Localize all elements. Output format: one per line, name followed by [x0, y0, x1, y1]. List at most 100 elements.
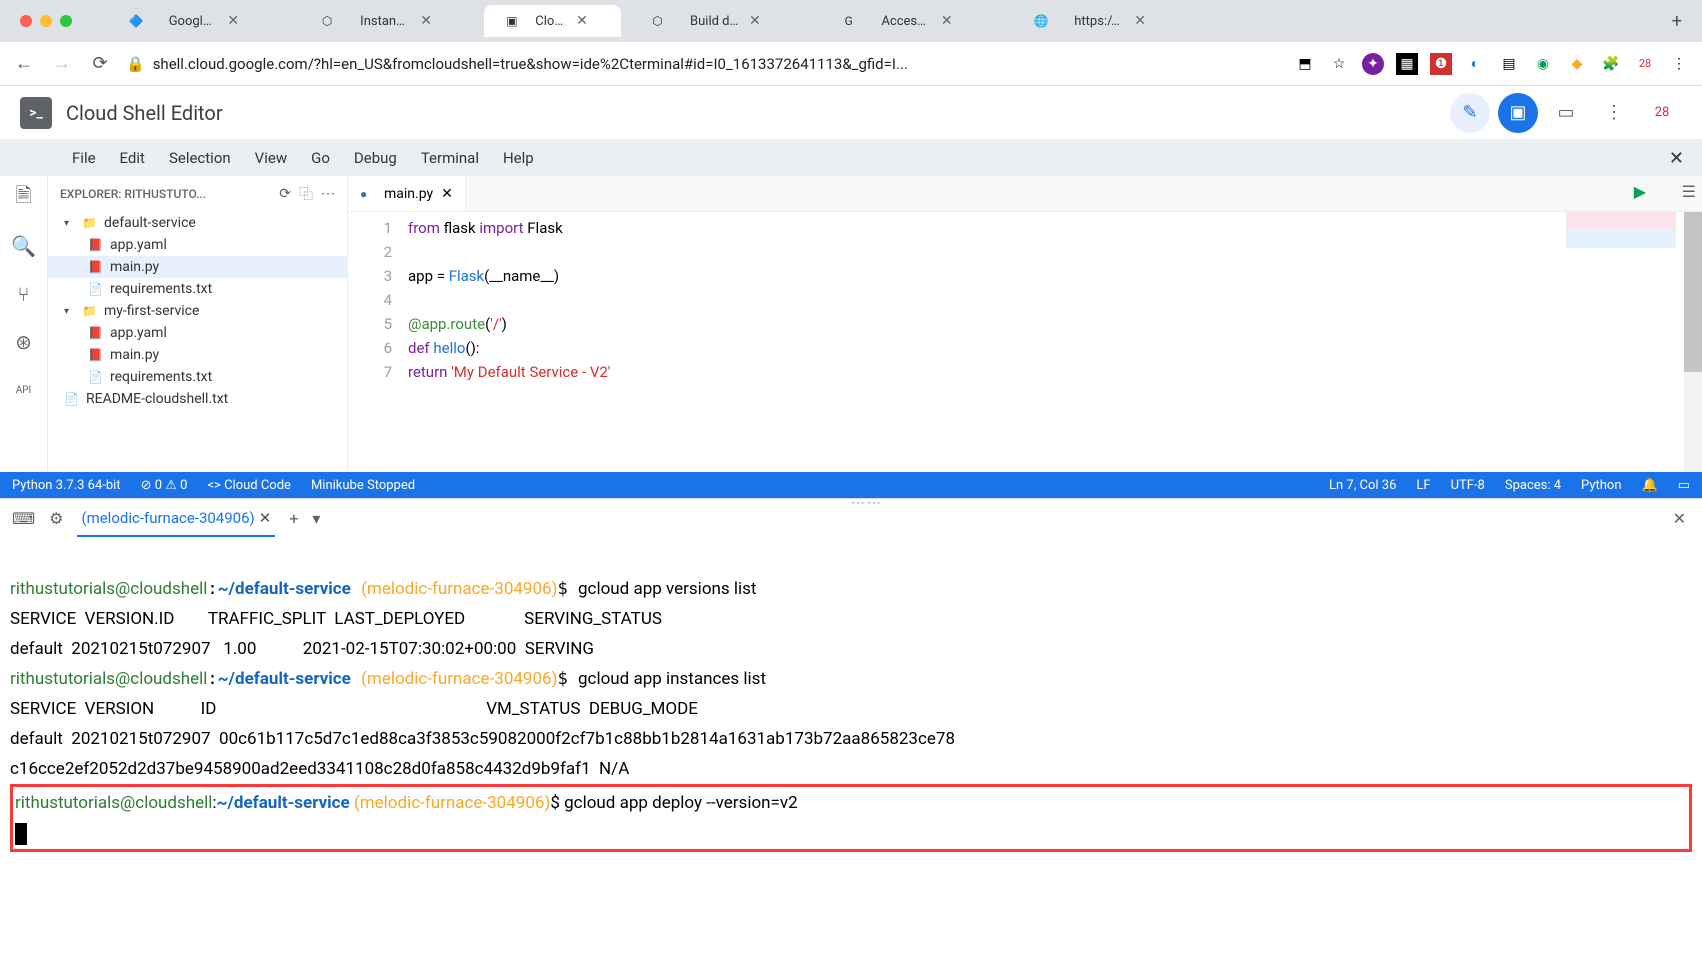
ext-2[interactable]: ▦: [1396, 53, 1418, 75]
browser-tab[interactable]: GAccess to bucket sta✕: [812, 5, 1004, 37]
ext-5[interactable]: ▤: [1498, 53, 1520, 75]
status-lang[interactable]: Python: [1581, 478, 1621, 493]
source-control-icon[interactable]: ⑂: [10, 280, 38, 308]
code-line[interactable]: [408, 288, 1702, 312]
file-item[interactable]: 📄requirements.txt: [48, 366, 347, 388]
ext-4[interactable]: ◐: [1464, 53, 1486, 75]
status-cursor[interactable]: Ln 7, Col 36: [1329, 478, 1396, 493]
close-tab-icon[interactable]: ✕: [441, 186, 453, 202]
extensions-icon[interactable]: 🧩: [1600, 53, 1622, 75]
search-icon[interactable]: 🔍: [10, 232, 38, 260]
close-panel-icon[interactable]: ✕: [1673, 509, 1686, 528]
drag-handle[interactable]: ⋯⋯: [851, 495, 883, 511]
close-terminal-tab[interactable]: ✕: [259, 509, 272, 527]
api-icon[interactable]: API: [10, 376, 38, 404]
menu-debug[interactable]: Debug: [342, 145, 409, 171]
add-terminal-icon[interactable]: +: [289, 509, 298, 528]
browser-tab[interactable]: ⬡Instances – App Engi✕: [290, 5, 484, 37]
ext-3[interactable]: ❶: [1430, 53, 1452, 75]
reload-button[interactable]: ⟳: [88, 53, 112, 74]
url-text: shell.cloud.google.com/?hl=en_US&fromclo…: [153, 55, 908, 73]
status-cloudcode[interactable]: <> Cloud Code: [207, 478, 291, 493]
code-line[interactable]: app = Flask(__name__): [408, 264, 1702, 288]
status-problems[interactable]: ⊘ 0 ⚠ 0: [141, 478, 188, 493]
minimap[interactable]: [1566, 212, 1676, 272]
menu-selection[interactable]: Selection: [157, 145, 243, 171]
status-python[interactable]: Python 3.7.3 64-bit: [12, 478, 121, 493]
close-editor-icon[interactable]: ✕: [1669, 148, 1684, 169]
browser-tab[interactable]: 🔷Google Certified Ass✕: [100, 5, 290, 37]
code-line[interactable]: return 'My Default Service - V2': [408, 360, 1702, 384]
editor-scrollbar[interactable]: [1684, 212, 1702, 472]
terminal-tab[interactable]: (melodic-furnace-304906)✕: [77, 501, 275, 537]
status-spaces[interactable]: Spaces: 4: [1505, 478, 1561, 493]
run-icon[interactable]: ▶: [1634, 182, 1646, 201]
menu-edit[interactable]: Edit: [108, 145, 157, 171]
more-button[interactable]: ⋮: [1594, 93, 1634, 133]
code-line[interactable]: from flask import Flask: [408, 216, 1702, 240]
install-icon[interactable]: ⬒: [1294, 53, 1316, 75]
browser-menu[interactable]: ⋮: [1668, 53, 1690, 75]
ext-badge[interactable]: 28: [1634, 53, 1656, 75]
ext-6[interactable]: ◉: [1532, 53, 1554, 75]
close-tab-icon[interactable]: ✕: [574, 13, 609, 29]
code-line[interactable]: def hello():: [408, 336, 1702, 360]
minimize-window[interactable]: [40, 15, 52, 27]
bookmark-icon[interactable]: ☆: [1328, 53, 1350, 75]
file-item[interactable]: 📕app.yaml: [48, 322, 347, 344]
code-area[interactable]: 1234567 from flask import Flask app = Fl…: [348, 212, 1702, 472]
edit-button[interactable]: ✎: [1450, 93, 1490, 133]
close-window[interactable]: [20, 15, 32, 27]
code-line[interactable]: @app.route('/'): [408, 312, 1702, 336]
terminal-dropdown-icon[interactable]: ▾: [312, 509, 320, 528]
menu-view[interactable]: View: [243, 145, 299, 171]
menu-go[interactable]: Go: [299, 145, 342, 171]
ext-1[interactable]: ✦: [1362, 53, 1384, 75]
file-item[interactable]: 📄README-cloudshell.txt: [48, 388, 347, 410]
preview-button[interactable]: ▭: [1546, 93, 1586, 133]
terminal-button[interactable]: ▣: [1498, 93, 1538, 133]
keyboard-icon[interactable]: ⌨: [12, 509, 35, 528]
close-tab-icon[interactable]: ✕: [418, 13, 472, 29]
forward-button[interactable]: →: [50, 53, 74, 74]
favicon-icon: G: [824, 13, 873, 29]
close-tab-icon[interactable]: ✕: [939, 13, 992, 29]
collapse-icon[interactable]: ⿻: [299, 184, 313, 204]
main-area: 🗎 🔍 ⑂ ⊛ API EXPLORER: RITHUSTUTO... ⟳ ⿻ …: [0, 176, 1702, 472]
ext-7[interactable]: ◆: [1566, 53, 1588, 75]
line-number: 4: [348, 288, 392, 312]
folder-item[interactable]: ▾📁default-service: [48, 212, 347, 234]
maximize-window[interactable]: [60, 15, 72, 27]
more-icon[interactable]: ⋯: [321, 186, 335, 202]
close-tab-icon[interactable]: ✕: [747, 13, 800, 29]
debug-icon[interactable]: ⊛: [10, 328, 38, 356]
browser-tab[interactable]: 🌐https://melodic-furna✕: [1004, 5, 1198, 37]
menu-help[interactable]: Help: [491, 145, 546, 171]
menu-terminal[interactable]: Terminal: [409, 145, 491, 171]
url-bar[interactable]: 🔒 shell.cloud.google.com/?hl=en_US&fromc…: [126, 55, 1280, 73]
browser-tab[interactable]: ▣Cloud Shell✕: [484, 5, 621, 37]
file-item[interactable]: 📕app.yaml: [48, 234, 347, 256]
status-bell-icon[interactable]: 🔔: [1642, 478, 1658, 493]
terminal[interactable]: rithustutorials@cloudshell:~/default-ser…: [0, 538, 1702, 888]
browser-tab[interactable]: ⬡Build details – Cloud✕: [621, 5, 812, 37]
close-tab-icon[interactable]: ✕: [1132, 13, 1186, 29]
file-item[interactable]: 📕main.py: [48, 256, 347, 278]
new-tab-button[interactable]: +: [1660, 3, 1694, 40]
editor-tab-mainpy[interactable]: ● main.py ✕: [348, 176, 466, 211]
status-encoding[interactable]: UTF-8: [1451, 478, 1485, 493]
close-tab-icon[interactable]: ✕: [225, 13, 278, 29]
explorer-icon[interactable]: 🗎: [10, 184, 38, 212]
file-item[interactable]: 📕main.py: [48, 344, 347, 366]
folder-item[interactable]: ▾📁my-first-service: [48, 300, 347, 322]
status-layout-icon[interactable]: ▭: [1678, 478, 1690, 493]
settings-icon[interactable]: ⚙: [49, 509, 63, 528]
code-line[interactable]: [408, 240, 1702, 264]
status-minikube[interactable]: Minikube Stopped: [311, 478, 415, 493]
outline-icon[interactable]: ☰: [1682, 182, 1696, 201]
file-item[interactable]: 📄requirements.txt: [48, 278, 347, 300]
refresh-icon[interactable]: ⟳: [279, 186, 291, 202]
menu-file[interactable]: File: [60, 145, 108, 171]
back-button[interactable]: ←: [12, 53, 36, 74]
status-eol[interactable]: LF: [1416, 478, 1430, 493]
